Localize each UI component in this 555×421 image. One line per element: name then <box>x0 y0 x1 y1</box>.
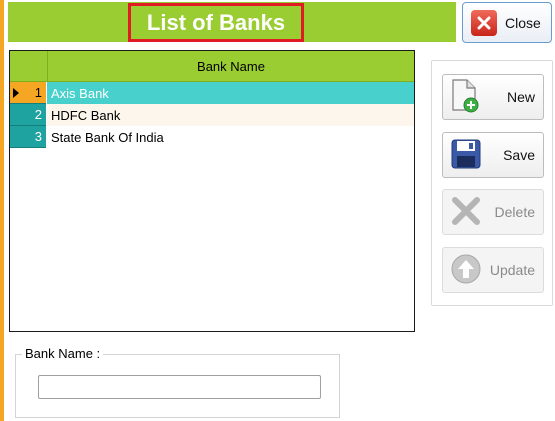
new-document-icon <box>449 78 483 117</box>
update-button[interactable]: Update <box>442 247 544 293</box>
row-header[interactable]: 3 <box>10 126 46 148</box>
actions-panel: New Save Delete Update <box>431 60 553 306</box>
save-button-label: Save <box>503 147 535 163</box>
row-header[interactable]: 1 <box>10 82 46 104</box>
bank-name-group: Bank Name : <box>15 346 340 418</box>
left-accent-strip <box>0 0 4 421</box>
table-row[interactable]: 3 State Bank Of India <box>10 126 414 148</box>
update-button-label: Update <box>489 262 535 278</box>
delete-x-icon <box>449 194 483 231</box>
delete-button[interactable]: Delete <box>442 189 544 235</box>
delete-button-label: Delete <box>494 204 535 220</box>
current-row-arrow-icon <box>13 87 19 98</box>
close-button-label: Close <box>505 14 541 31</box>
new-button-label: New <box>506 89 535 105</box>
new-button[interactable]: New <box>442 74 544 120</box>
title-bar: List of Banks <box>8 2 456 42</box>
row-header[interactable]: 2 <box>10 104 46 126</box>
floppy-disk-icon <box>449 137 483 174</box>
banks-grid[interactable]: Bank Name 1 Axis Bank 2 HDFC Bank 3 Stat… <box>9 50 415 332</box>
row-index: 3 <box>34 129 42 144</box>
bank-name-cell[interactable]: State Bank Of India <box>47 126 414 148</box>
grid-header: Bank Name <box>10 51 414 82</box>
save-button[interactable]: Save <box>442 132 544 178</box>
grid-corner <box>10 51 48 81</box>
close-icon <box>471 9 497 36</box>
bank-name-cell[interactable]: HDFC Bank <box>47 104 414 126</box>
column-header-bank-name[interactable]: Bank Name <box>48 51 414 81</box>
bank-name-label: Bank Name : <box>22 346 104 361</box>
table-row[interactable]: 2 HDFC Bank <box>10 104 414 126</box>
update-arrow-icon <box>449 252 483 289</box>
row-index: 1 <box>34 85 42 100</box>
bank-name-cell[interactable]: Axis Bank <box>47 82 414 104</box>
table-row[interactable]: 1 Axis Bank <box>10 82 414 104</box>
page-title: List of Banks <box>128 3 304 42</box>
close-button[interactable]: Close <box>462 2 552 43</box>
bank-name-input[interactable] <box>38 375 321 399</box>
row-index: 2 <box>34 107 42 122</box>
